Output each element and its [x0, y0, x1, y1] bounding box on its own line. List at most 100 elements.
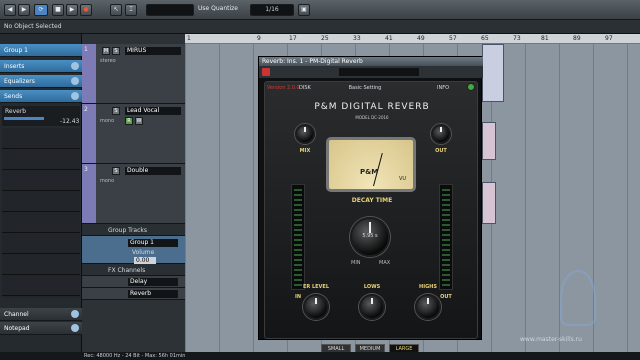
meter-segment [442, 274, 450, 276]
stop-icon[interactable]: ■ [52, 4, 64, 16]
meter-segment [442, 189, 450, 191]
fx-track-row[interactable]: Reverb [82, 288, 185, 300]
track-number: 3 [82, 164, 96, 223]
ruler-tick: 81 [541, 35, 549, 42]
meter-segment [442, 249, 450, 251]
inspector-notepad[interactable]: Notepad [0, 322, 82, 335]
track-row[interactable]: 2 S Lead Vocal mono R W [82, 104, 185, 164]
folder-fx-channels[interactable]: FX Channels [82, 264, 185, 276]
volume-value[interactable]: 0.00 [134, 257, 156, 264]
plugin-title-bar[interactable]: Reverb: Ins. 1 - PM-Digital Reverb [259, 57, 483, 66]
meter-segment [294, 234, 302, 236]
audio-event[interactable] [482, 122, 496, 160]
write-button[interactable]: W [135, 117, 143, 125]
expand-icon[interactable] [71, 324, 79, 332]
solo-button[interactable]: S [112, 167, 120, 175]
meter-segment [442, 229, 450, 231]
read-button[interactable]: R [125, 117, 133, 125]
meter-segment [294, 269, 302, 271]
cycle-icon[interactable]: ⟳ [34, 4, 48, 16]
vu-unit: VU [399, 176, 407, 182]
inspector-group-label: Group 1 [4, 47, 28, 54]
expand-icon[interactable] [71, 310, 79, 318]
meter-segment [294, 264, 302, 266]
preset-name[interactable]: Basic Setting [335, 85, 395, 91]
expand-icon[interactable] [71, 77, 79, 85]
grid-type-select[interactable] [146, 4, 194, 16]
fx-track-row[interactable]: Delay [82, 276, 185, 288]
meter-segment [294, 244, 302, 246]
highs-knob[interactable] [415, 294, 441, 320]
out-label: OUT [435, 148, 447, 154]
meter-segment [442, 279, 450, 281]
ruler-tick: 41 [385, 35, 393, 42]
info-button[interactable]: INFO [437, 85, 449, 91]
meter-segment [442, 219, 450, 221]
vu-meter: P&M VU [326, 137, 416, 192]
expand-icon[interactable] [71, 92, 79, 100]
highs-label: HIGHS [419, 284, 437, 290]
max-label: MAX [379, 260, 391, 266]
brand-title: P&M DIGITAL REVERB [314, 102, 430, 112]
group-track-row[interactable]: Group 1 Volume 0.00 [82, 236, 185, 264]
send-level-bar[interactable] [4, 117, 44, 120]
solo-button[interactable]: S [112, 47, 120, 55]
track-row[interactable]: 3 S Double mono [82, 164, 185, 224]
track-row[interactable]: 1 M S MIRUS stereo [82, 44, 185, 104]
watermark-logo [560, 270, 596, 326]
model-label: MODEL DC-2016 [355, 115, 389, 120]
fx-name[interactable]: Reverb [128, 290, 178, 298]
bypass-icon[interactable] [467, 83, 475, 91]
watermark-text: www.master-skills.ru [520, 336, 582, 343]
send-slot-1[interactable]: Reverb -12.43 [2, 106, 80, 126]
send-slots[interactable] [2, 128, 80, 298]
pointer-tool-icon[interactable]: ↖ [110, 4, 122, 16]
color-icon[interactable]: ▣ [298, 4, 310, 16]
meter-segment [442, 259, 450, 261]
send-name: Reverb [5, 108, 27, 115]
meter-segment [442, 254, 450, 256]
ruler-tick: 49 [417, 35, 425, 42]
preset-field[interactable] [339, 68, 419, 76]
fx-name[interactable]: Delay [128, 278, 178, 286]
out-knob[interactable] [431, 124, 451, 144]
mix-knob[interactable] [295, 124, 315, 144]
status-bar: Rec: 48000 Hz - 24 Bit - Max: 56h 01min [0, 352, 640, 360]
mute-button[interactable]: M [102, 47, 110, 55]
record-icon[interactable]: ● [80, 4, 92, 16]
play-icon[interactable]: ▶ [66, 4, 78, 16]
range-tool-icon[interactable]: ⌶ [125, 4, 137, 16]
ruler-tick: 9 [257, 35, 261, 42]
inspector-group[interactable]: Group 1 [0, 44, 82, 57]
min-label: MIN [351, 260, 361, 266]
expand-icon[interactable] [71, 62, 79, 70]
track-name[interactable]: Lead Vocal [125, 107, 181, 115]
quantize-select[interactable]: 1/16 [250, 4, 294, 16]
solo-button[interactable]: S [112, 107, 120, 115]
er-level-knob[interactable] [303, 294, 329, 320]
meter-segment [294, 259, 302, 261]
inspector-sends[interactable]: Sends [0, 90, 82, 103]
track-name[interactable]: MIRUS [125, 47, 181, 55]
lows-knob[interactable] [359, 294, 385, 320]
equalizers-label: Equalizers [4, 78, 35, 85]
folder-group-tracks[interactable]: Group Tracks [82, 224, 185, 236]
out-meter-label: OUT [440, 294, 452, 300]
er-level-label: ER LEVEL [302, 284, 330, 290]
track-name[interactable]: Double [125, 167, 181, 175]
ruler-tick: 73 [513, 35, 521, 42]
inspector-channel[interactable]: Channel [0, 308, 82, 321]
disk-button[interactable]: DISK [299, 85, 311, 91]
power-icon[interactable] [262, 68, 270, 76]
audio-event[interactable] [482, 182, 496, 224]
group-name[interactable]: Group 1 [128, 239, 178, 247]
inspector-inserts[interactable]: Inserts [0, 60, 82, 73]
prev-icon[interactable]: ◀ [4, 4, 16, 16]
inspector-equalizers[interactable]: Equalizers [0, 75, 82, 88]
audio-event[interactable] [482, 44, 504, 102]
use-quantize-label: Use Quantize [198, 5, 238, 12]
timeline-ruler[interactable]: 1 9 17 25 33 41 49 57 65 73 81 89 97 [185, 34, 640, 44]
track-number: 2 [82, 104, 96, 163]
next-icon[interactable]: ▶ [18, 4, 30, 16]
meter-segment [294, 189, 302, 191]
